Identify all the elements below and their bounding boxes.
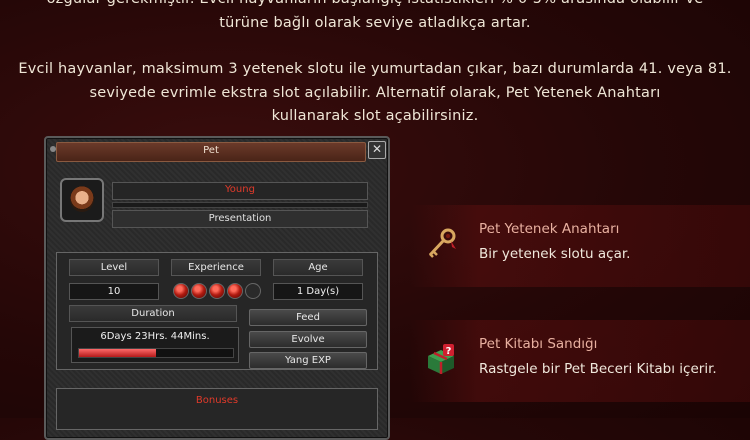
experience-orb xyxy=(209,283,225,299)
intro-line-2: türüne bağlı olarak seviye atladıkça art… xyxy=(219,14,531,31)
experience-orb xyxy=(173,283,189,299)
age-label: Age xyxy=(273,259,363,276)
pet-window-title: Pet xyxy=(203,145,219,156)
duration-box: 6Days 23Hrs. 44Mins. xyxy=(71,327,239,363)
svg-text:?: ? xyxy=(446,346,452,357)
duration-value: 6Days 23Hrs. 44Mins. xyxy=(100,331,210,342)
intro-line-3: Evcil hayvanlar, maksimum 3 yetenek slot… xyxy=(18,61,732,77)
pet-portrait xyxy=(60,178,104,222)
presentation-label: Presentation xyxy=(208,213,272,224)
pet-window-titlebar[interactable]: Pet xyxy=(56,142,366,162)
item-title: Pet Yetenek Anahtarı xyxy=(479,221,620,237)
presentation-bar[interactable]: Presentation xyxy=(112,210,368,228)
duration-progress-fill xyxy=(79,349,156,357)
intro-line-5: kullanarak slot açabilirsiniz. xyxy=(271,108,479,124)
close-button[interactable]: ✕ xyxy=(368,141,386,159)
yang-exp-button[interactable]: Yang EXP xyxy=(249,352,367,369)
experience-orb xyxy=(227,283,243,299)
divider xyxy=(112,202,368,208)
key-icon xyxy=(428,228,456,258)
item-description: Rastgele bir Pet Beceri Kitabı içerir. xyxy=(479,361,717,377)
pet-stats-panel: Level Experience Age 10 1 Day(s) Duratio… xyxy=(56,252,378,370)
duration-progress xyxy=(78,348,234,358)
duration-label: Duration xyxy=(69,305,237,322)
pet-name: Young xyxy=(225,184,255,195)
item-description: Bir yetenek slotu açar. xyxy=(479,246,631,262)
level-label: Level xyxy=(69,259,159,276)
item-pet-skill-key: Pet Yetenek Anahtarı Bir yetenek slotu a… xyxy=(410,205,750,287)
experience-orb xyxy=(245,283,261,299)
evolve-button[interactable]: Evolve xyxy=(249,331,367,348)
intro-text-2: Evcil hayvanlar, maksimum 3 yetenek slot… xyxy=(0,58,750,129)
age-value: 1 Day(s) xyxy=(273,283,363,300)
item-title: Pet Kitabı Sandığı xyxy=(479,336,598,352)
pet-window: Pet ✕ Young Presentation Level Experienc… xyxy=(44,136,390,440)
level-value: 10 xyxy=(69,283,159,300)
intro-line-4: seviyede evrimle ekstra slot açılabilir.… xyxy=(89,84,661,101)
chest-icon: ? xyxy=(428,344,454,374)
pet-name-bar: Young xyxy=(112,182,368,200)
item-pet-book-chest: ? Pet Kitabı Sandığı Rastgele bir Pet Be… xyxy=(410,320,750,402)
experience-orb xyxy=(191,283,207,299)
experience-label: Experience xyxy=(171,259,261,276)
bonuses-label: Bonuses xyxy=(195,395,239,406)
pet-avatar-icon xyxy=(70,186,94,212)
intro-text-1: özgular gerekmiştir. Evcil hayvanların b… xyxy=(0,0,750,35)
feed-button[interactable]: Feed xyxy=(249,309,367,326)
intro-line-1: özgular gerekmiştir. Evcil hayvanların b… xyxy=(0,0,750,12)
bonuses-panel: Bonuses xyxy=(56,388,378,430)
